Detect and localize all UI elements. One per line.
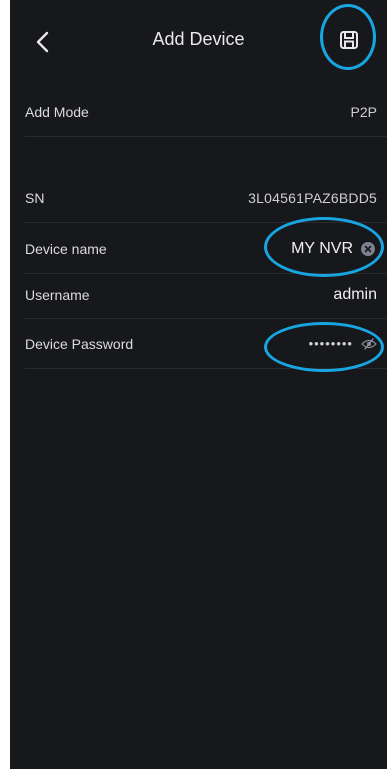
sn-value: 3L04561PAZ6BDD5 — [248, 190, 377, 206]
username-field[interactable]: admin — [333, 273, 377, 317]
add-mode-value: P2P — [350, 104, 377, 120]
password-label: Device Password — [25, 336, 134, 352]
username-row: Username admin — [10, 273, 387, 317]
add-mode-label: Add Mode — [25, 104, 89, 120]
save-highlight-ring — [320, 4, 376, 70]
divider — [25, 318, 387, 319]
device-name-highlight-ring — [264, 217, 384, 277]
add-mode-row[interactable]: Add Mode P2P — [10, 90, 387, 134]
divider — [25, 136, 387, 137]
password-highlight-ring — [264, 322, 384, 372]
device-name-label: Device name — [25, 241, 107, 257]
username-label: Username — [25, 287, 90, 303]
app-screen: Add Device Add Mode P2P SN 3L04561PAZ6BD… — [10, 0, 387, 769]
sn-label: SN — [25, 190, 45, 206]
sn-row: SN 3L04561PAZ6BDD5 — [10, 176, 387, 220]
